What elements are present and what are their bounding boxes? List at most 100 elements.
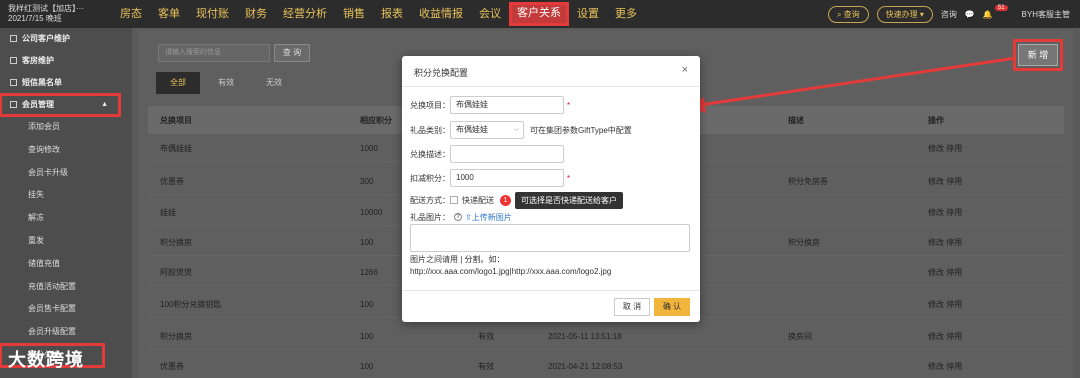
cell-ops[interactable]: 修改 停用 xyxy=(928,200,962,225)
notification-badge: 51 xyxy=(994,5,1008,11)
table-row: 优惠券 100 有效 2021-04-21 12:08:53 修改 停用 xyxy=(148,354,1064,378)
tab-valid[interactable]: 有效 xyxy=(204,72,248,94)
search-label: 查询 xyxy=(843,9,860,19)
sidebar: 公司客户维护 客房维护 短信黑名单 会员管理 ▲ 添加会员 查询修改 会员卡升级 … xyxy=(0,28,132,378)
cancel-button[interactable]: 取 消 xyxy=(614,298,650,316)
sidebar-subitem-card-sale-config[interactable]: 会员售卡配置 xyxy=(0,298,132,321)
cell-points: 100 xyxy=(360,300,374,309)
item-input[interactable]: 布偶娃娃 xyxy=(450,96,564,114)
menu-item-sales[interactable]: 销售 xyxy=(335,0,373,28)
delivery-option-label: 快递配送 xyxy=(462,195,494,205)
desc-input[interactable] xyxy=(450,145,564,163)
menu-item-reports[interactable]: 报表 xyxy=(373,0,411,28)
cell-points: 100 xyxy=(360,362,374,371)
cell-item: 娃娃 xyxy=(160,208,176,217)
folder-icon xyxy=(10,35,17,43)
dialog-title: 积分兑换配置 xyxy=(414,68,469,78)
hotel-name: 我样红测试【加店】··· xyxy=(8,4,84,13)
search-button[interactable]: ⌕ 查询 xyxy=(827,5,869,23)
menu-item-settings[interactable]: 设置 xyxy=(569,0,607,28)
image-format-note: 图片之间请用 | 分割。如： http://xxx.aaa.com/logo1.… xyxy=(410,255,612,276)
delivery-label: 配送方式： xyxy=(410,195,450,205)
points-exchange-dialog: 积分兑换配置 × 兑换项目： 布偶娃娃 * 礼品类别： 布偶娃娃 ⌵ 可在集团参数… xyxy=(402,56,700,322)
cell-ops[interactable]: 修改 停用 xyxy=(928,292,962,317)
cell-desc: 换房间 xyxy=(788,332,812,341)
close-icon[interactable]: × xyxy=(682,64,688,76)
chevron-down-icon: ⌵ xyxy=(513,126,519,133)
menu-item-more[interactable]: 更多 xyxy=(607,0,645,28)
cell-ops[interactable]: 修改 停用 xyxy=(928,354,962,378)
cell-ops[interactable]: 修改 停用 xyxy=(928,136,962,161)
query-button[interactable]: 查 询 xyxy=(274,44,310,62)
column-header: 相应积分 xyxy=(360,115,392,125)
consult-link[interactable]: 咨询 xyxy=(941,9,957,20)
column-header: 操作 xyxy=(928,115,944,125)
sidebar-item-room-maintenance[interactable]: 客房维护 xyxy=(0,50,132,72)
menu-item-cash-account[interactable]: 现付账 xyxy=(188,0,237,28)
sidebar-subitem-upgrade-config[interactable]: 会员升级配置 xyxy=(0,321,132,344)
tab-invalid[interactable]: 无效 xyxy=(252,72,296,94)
cell-desc: 积分免房券 xyxy=(788,177,828,186)
sidebar-item-member-management[interactable]: 会员管理 ▲ xyxy=(0,93,121,117)
menu-item-finance[interactable]: 财务 xyxy=(237,0,275,28)
type-select[interactable]: 布偶娃娃 ⌵ xyxy=(450,121,524,139)
form-row-desc: 兑换描述： xyxy=(410,145,564,163)
sidebar-item-label: 短信黑名单 xyxy=(22,78,62,87)
menu-item-customer-relations[interactable]: 客户关系 xyxy=(509,2,569,26)
divider xyxy=(402,86,700,87)
cell-item: 优惠券 xyxy=(160,362,184,371)
cell-time: 2021-04-21 12:08:53 xyxy=(548,362,623,371)
step-number-badge: 1 xyxy=(500,194,511,206)
cell-ops[interactable]: 修改 停用 xyxy=(928,260,962,285)
cell-ops[interactable]: 修改 停用 xyxy=(928,169,962,194)
menu-item-analysis[interactable]: 经营分析 xyxy=(275,0,335,28)
menu-item-guest-orders[interactable]: 客单 xyxy=(150,0,188,28)
cell-time: 2021-05-11 13:51:18 xyxy=(548,332,622,341)
confirm-button[interactable]: 确 认 xyxy=(654,298,690,316)
type-label: 礼品类别： xyxy=(410,125,450,135)
image-label: 礼品图片： xyxy=(410,212,450,222)
menu-item-room-status[interactable]: 房态 xyxy=(112,0,150,28)
delivery-tooltip: 可选择是否快递配送给客户 xyxy=(515,191,623,209)
add-new-button[interactable]: 新 增 xyxy=(1013,39,1063,71)
sidebar-subitem-topup[interactable]: 储值充值 xyxy=(0,253,132,276)
cell-item: 100积分兑换钥匙 xyxy=(160,300,222,309)
cell-ops[interactable]: 修改 停用 xyxy=(928,324,962,349)
form-row-delivery: 配送方式： 快递配送 1 可选择是否快递配送给客户 xyxy=(410,191,623,209)
upload-image-link[interactable]: ⇪上传新图片 xyxy=(465,212,512,223)
cell-points: 300 xyxy=(360,177,374,186)
type-hint: 可在集团参数GiftType中配置 xyxy=(530,125,632,135)
folder-icon xyxy=(10,101,17,109)
delivery-checkbox[interactable] xyxy=(450,196,458,204)
cell-points: 1266 xyxy=(360,268,378,277)
chat-icon[interactable]: 💬 xyxy=(965,10,975,19)
sidebar-subitem-add-member[interactable]: 添加会员 xyxy=(0,116,132,139)
sidebar-item-label: 公司客户维护 xyxy=(22,34,70,43)
tab-all[interactable]: 全部 xyxy=(156,72,200,94)
menu-item-revenue[interactable]: 收益情报 xyxy=(411,0,471,28)
cell-ops[interactable]: 修改 停用 xyxy=(928,230,962,255)
sidebar-subitem-card-upgrade[interactable]: 会员卡升级 xyxy=(0,162,132,185)
sidebar-subitem-report-loss[interactable]: 挂失 xyxy=(0,184,132,207)
points-input[interactable]: 1000 xyxy=(450,169,564,187)
search-input[interactable]: 请输入搜索的信息 xyxy=(158,44,270,62)
menu-item-meeting[interactable]: 会议 xyxy=(471,0,509,28)
account-name[interactable]: BYH客服主管 xyxy=(1022,9,1070,20)
divider xyxy=(402,290,700,291)
quick-label: 快速办理 xyxy=(885,9,918,19)
sidebar-subitem-query-edit[interactable]: 查询修改 xyxy=(0,139,132,162)
sidebar-subitem-topup-config[interactable]: 充值活动配置 xyxy=(0,276,132,299)
sidebar-subitem-unfreeze[interactable]: 解冻 xyxy=(0,207,132,230)
hotel-selector[interactable]: 我样红测试【加店】··· 2021/7/15 晚班 xyxy=(8,4,84,24)
help-icon[interactable]: ? xyxy=(454,213,462,221)
bell-icon[interactable]: 🔔 xyxy=(983,10,993,19)
watermark-logo: 大数跨境 xyxy=(8,350,84,370)
sidebar-subitem-reissue[interactable]: 重发 xyxy=(0,230,132,253)
image-url-textarea[interactable] xyxy=(410,224,690,252)
upload-label: 上传新图片 xyxy=(471,212,512,222)
table-row: 积分换房 100 有效 2021-05-11 13:51:18 换房间 修改 停… xyxy=(148,324,1064,350)
sidebar-item-sms-blacklist[interactable]: 短信黑名单 xyxy=(0,72,132,94)
sidebar-item-company-clients[interactable]: 公司客户维护 xyxy=(0,28,132,50)
quick-handle-button[interactable]: 快速办理 ▾ xyxy=(876,5,933,23)
upload-icon: ⇪ xyxy=(465,212,472,222)
